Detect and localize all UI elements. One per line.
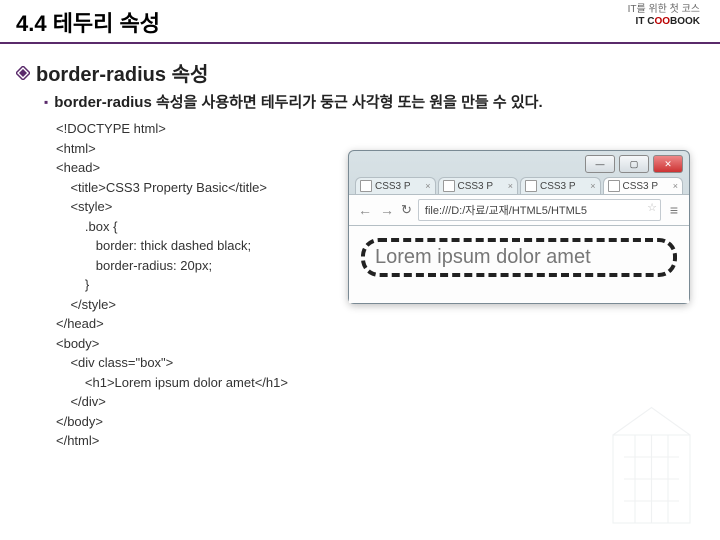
file-icon	[608, 180, 620, 192]
sub-bullet-row: ▪ border-radius 속성을 사용하면 테두리가 둥근 사각형 또는 …	[44, 91, 708, 113]
browser-tab-active[interactable]: CSS3 P×	[603, 177, 684, 194]
square-bullet-icon: ▪	[44, 91, 48, 113]
address-bar-row: ← → ↻ file:///D:/자료/교재/HTML5/HTML5 ☆ ≡	[349, 194, 689, 226]
logo-subtext: IT를 위한 첫 코스	[628, 4, 700, 15]
tab-strip: CSS3 P× CSS3 P× CSS3 P× CSS3 P×	[349, 177, 689, 194]
block-title-row: border-radius 속성	[16, 58, 708, 87]
close-icon[interactable]: ×	[508, 181, 513, 191]
file-icon	[360, 180, 372, 192]
diamond-bullet-icon	[16, 66, 30, 80]
logo-brand: IT COOBOOK	[636, 16, 700, 27]
sub-bullet-text: border-radius 속성을 사용하면 테두리가 둥근 사각형 또는 원을…	[54, 91, 542, 112]
close-icon[interactable]: ×	[425, 181, 430, 191]
back-icon[interactable]: ←	[357, 202, 373, 218]
window-maximize-button[interactable]: ▢	[619, 155, 649, 173]
rendered-box: Lorem ipsum dolor amet	[361, 238, 677, 277]
browser-tab[interactable]: CSS3 P×	[520, 177, 601, 194]
bookmark-star-icon[interactable]: ☆	[647, 201, 657, 214]
menu-icon[interactable]: ≡	[667, 202, 681, 218]
brand-logo: IT를 위한 첫 코스 IT COOBOOK	[628, 4, 700, 28]
browser-tab[interactable]: CSS3 P×	[355, 177, 436, 194]
file-icon	[443, 180, 455, 192]
close-icon[interactable]: ×	[590, 181, 595, 191]
browser-window: — ▢ ✕ CSS3 P× CSS3 P× CSS3 P× CSS3 P× ← …	[348, 150, 690, 304]
window-minimize-button[interactable]: —	[585, 155, 615, 173]
forward-icon[interactable]: →	[379, 202, 395, 218]
url-input[interactable]: file:///D:/자료/교재/HTML5/HTML5 ☆	[418, 199, 661, 221]
file-icon	[525, 180, 537, 192]
close-icon[interactable]: ×	[673, 181, 678, 191]
window-titlebar: — ▢ ✕	[349, 151, 689, 177]
reload-icon[interactable]: ↻	[401, 202, 412, 218]
block-title: border-radius 속성	[36, 58, 208, 87]
browser-viewport: Lorem ipsum dolor amet	[349, 226, 689, 303]
decorative-building-icon	[602, 402, 712, 534]
browser-tab[interactable]: CSS3 P×	[438, 177, 519, 194]
window-close-button[interactable]: ✕	[653, 155, 683, 173]
url-text: file:///D:/자료/교재/HTML5/HTML5	[425, 205, 587, 217]
section-heading: 4.4 테두리 속성	[0, 0, 720, 44]
rendered-heading-text: Lorem ipsum dolor amet	[375, 246, 591, 268]
